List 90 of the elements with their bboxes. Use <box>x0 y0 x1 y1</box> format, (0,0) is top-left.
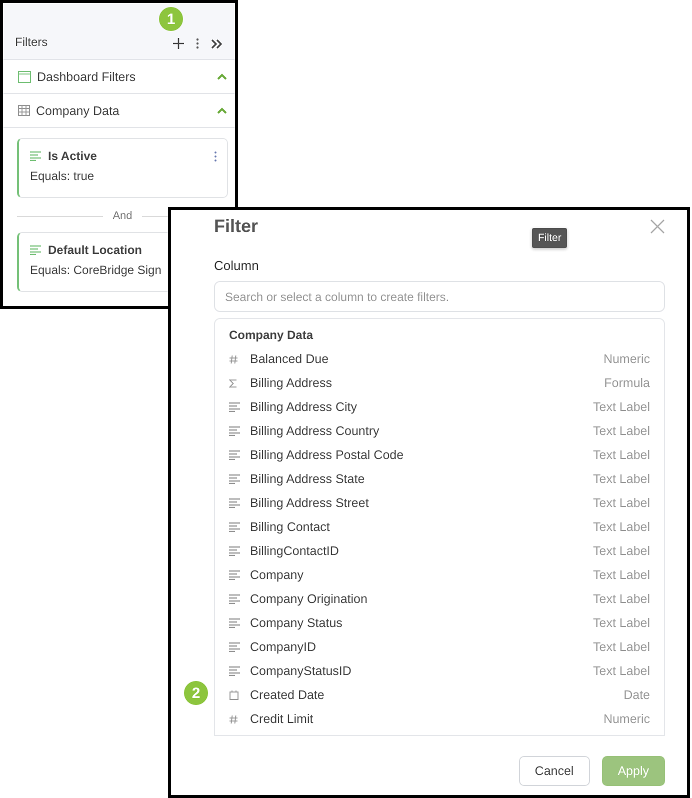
text-icon <box>229 618 240 628</box>
text-icon <box>229 666 240 676</box>
close-icon[interactable] <box>650 218 665 234</box>
column-option[interactable]: BillingContactID Text Label <box>229 539 650 563</box>
column-option[interactable]: Billing Contact Text Label <box>229 515 650 539</box>
filter-name: Default Location <box>48 243 144 257</box>
column-name: Created Date <box>250 688 326 702</box>
column-option[interactable]: Balanced Due Numeric <box>229 347 650 371</box>
sigma-icon <box>229 378 237 388</box>
column-name: Company <box>250 568 304 582</box>
filter-condition: Equals: true <box>30 169 96 183</box>
column-option[interactable]: Credit Limit Numeric <box>229 707 650 731</box>
more-icon[interactable] <box>214 150 217 162</box>
column-name: Company Origination <box>250 592 368 606</box>
column-type: Text Label <box>593 448 650 462</box>
column-option[interactable]: Billing Address Street Text Label <box>229 491 650 515</box>
tooltip: Filter <box>532 228 568 248</box>
window-icon <box>18 70 31 82</box>
column-type: Text Label <box>593 400 650 414</box>
column-name: Balanced Due <box>250 352 330 366</box>
column-type: Text Label <box>593 424 650 438</box>
column-option[interactable]: Billing Address State Text Label <box>229 467 650 491</box>
chevron-up-icon[interactable] <box>217 107 227 114</box>
search-field[interactable]: Search or select a column to create filters. <box>214 281 665 312</box>
section-header[interactable]: Company Data <box>3 94 235 128</box>
column-type: Text Label <box>593 568 650 582</box>
filter-name: Is Active <box>48 149 98 163</box>
column-name: Company Status <box>250 616 344 630</box>
table-icon <box>18 105 30 116</box>
add-icon[interactable] <box>173 38 184 49</box>
column-option[interactable]: Created Date Date <box>229 683 650 707</box>
collapse-icon[interactable] <box>211 38 223 48</box>
column-name: Billing Address <box>250 376 333 390</box>
filter-card[interactable]: Is Active Equals: true <box>17 138 228 198</box>
column-name: Credit Limit <box>250 712 314 726</box>
column-name: CompanyStatusID <box>250 664 352 678</box>
text-icon <box>229 426 240 436</box>
column-option[interactable]: CompanyStatusID Text Label <box>229 659 650 683</box>
column-option[interactable]: CompanyID Text Label <box>229 635 650 659</box>
text-icon <box>30 245 41 255</box>
and-label: And <box>112 210 132 222</box>
column-type: Formula <box>604 376 650 390</box>
column-option[interactable]: Company Origination Text Label <box>229 587 650 611</box>
column-option[interactable]: Billing Address City Text Label <box>229 395 650 419</box>
group-header: Company Data <box>229 327 314 344</box>
text-icon <box>229 522 240 532</box>
column-name: Billing Contact <box>250 520 331 534</box>
text-icon <box>229 450 240 460</box>
text-icon <box>229 570 240 580</box>
filter-condition: Equals: CoreBridge Sign <box>30 263 162 277</box>
column-name: Billing Address Street <box>250 496 370 510</box>
column-type: Text Label <box>593 496 650 510</box>
cancel-button[interactable]: Cancel <box>518 756 590 786</box>
column-type: Date <box>624 688 650 702</box>
column-type: Text Label <box>593 544 650 558</box>
text-icon <box>229 642 240 652</box>
column-name: BillingContactID <box>250 544 340 558</box>
column-type: Text Label <box>593 664 650 678</box>
text-icon <box>30 151 41 161</box>
hash-icon <box>229 714 238 724</box>
column-type: Text Label <box>593 472 650 486</box>
column-name: Billing Address State <box>250 472 366 486</box>
text-icon <box>229 402 240 412</box>
column-option[interactable]: Company Text Label <box>229 563 650 587</box>
column-name: Billing Address Country <box>250 424 380 438</box>
section-header[interactable]: Dashboard Filters <box>3 60 235 94</box>
column-type: Numeric <box>603 352 650 366</box>
hash-icon <box>229 354 238 364</box>
column-option[interactable]: Billing Address Formula <box>229 371 650 395</box>
text-icon <box>229 546 240 556</box>
panel-title: Filters <box>15 35 49 49</box>
column-type: Numeric <box>603 712 650 726</box>
chevron-up-icon[interactable] <box>217 73 227 80</box>
column-option[interactable]: Billing Address Country Text Label <box>229 419 650 443</box>
column-name: Billing Address City <box>250 400 358 414</box>
column-type: Text Label <box>593 520 650 534</box>
text-icon <box>229 474 240 484</box>
column-type: Text Label <box>593 616 650 630</box>
text-icon <box>229 498 240 508</box>
calendar-icon <box>229 690 239 700</box>
column-name: Billing Address Postal Code <box>250 448 405 462</box>
column-option[interactable]: Billing Address Postal Code Text Label <box>229 443 650 467</box>
column-option[interactable]: Company Status Text Label <box>229 611 650 635</box>
text-icon <box>229 594 240 604</box>
section-label: Company Data <box>36 104 120 118</box>
column-name: CompanyID <box>250 640 317 654</box>
more-icon[interactable] <box>196 38 199 49</box>
section-label: Dashboard Filters <box>37 70 137 84</box>
column-type: Text Label <box>593 640 650 654</box>
column-type: Text Label <box>593 592 650 606</box>
